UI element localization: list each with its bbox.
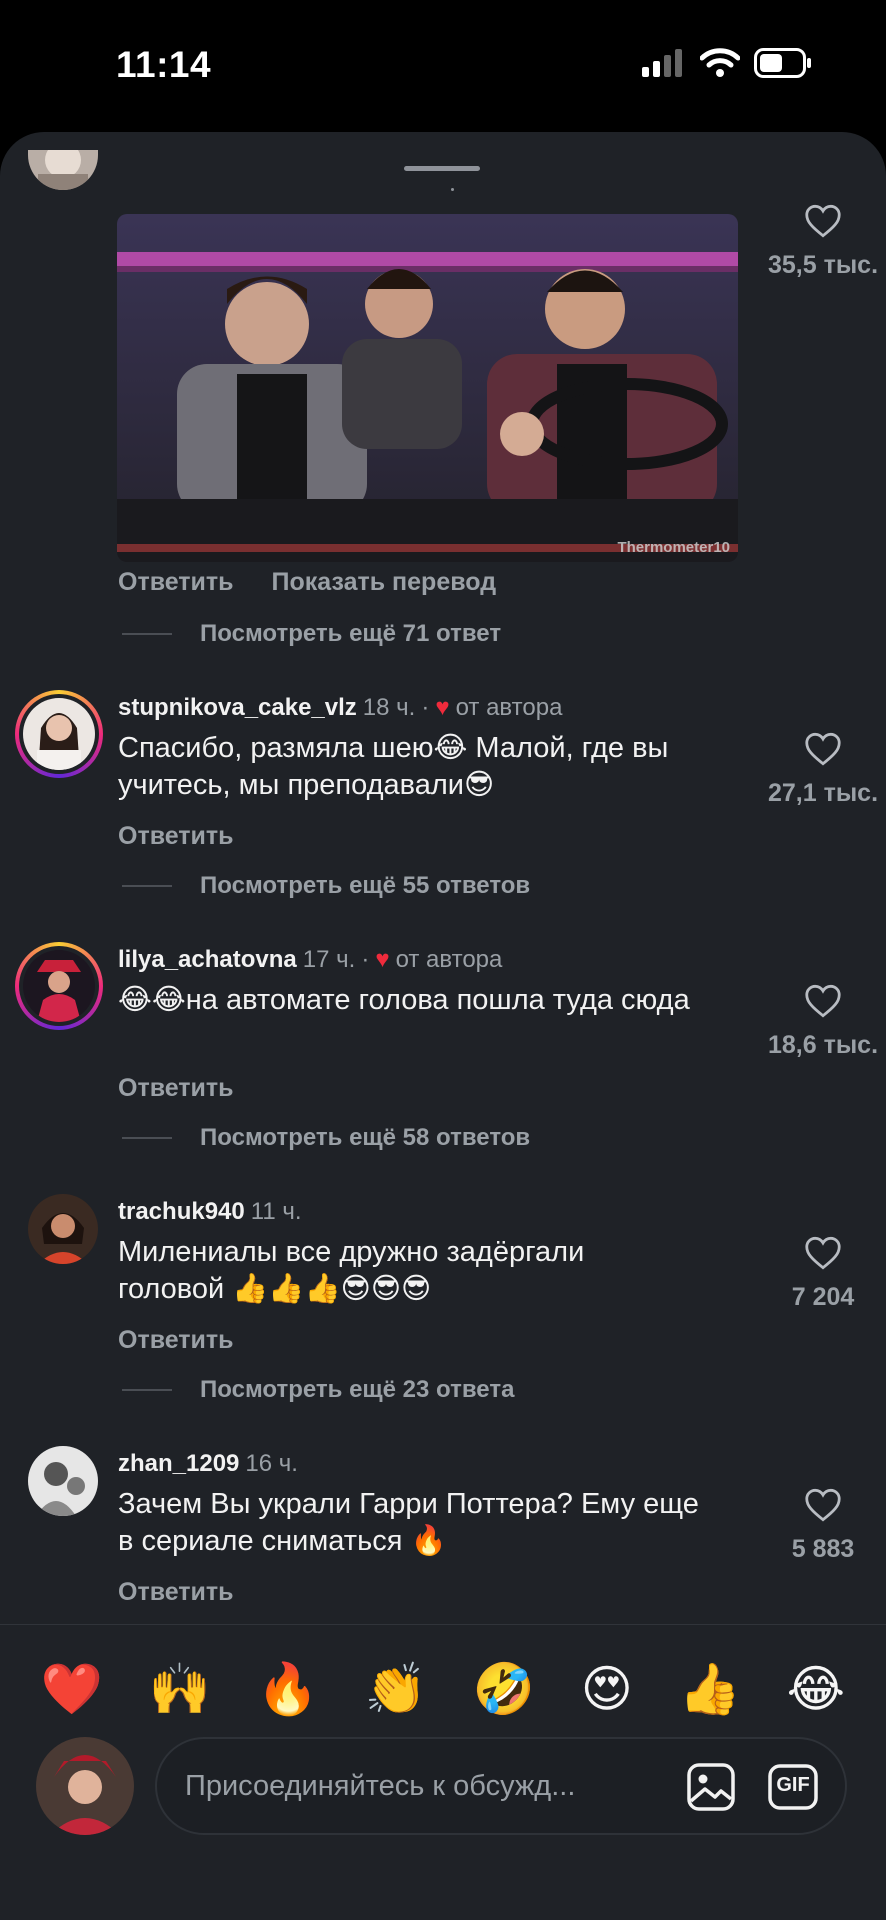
- comment-time: 16 ч.: [245, 1450, 298, 1477]
- author-badge: от автора: [395, 946, 503, 973]
- avatar: [23, 950, 95, 1022]
- wifi-icon: [700, 48, 740, 77]
- like-count: 27,1 тыс.: [767, 779, 879, 807]
- view-more-label: Посмотреть ещё 23 ответа: [200, 1376, 515, 1403]
- view-more-label: Посмотреть ещё 58 ответов: [200, 1124, 531, 1151]
- comment-time: 11 ч.: [250, 1198, 302, 1225]
- reply-line: [122, 1389, 172, 1391]
- comment-text: Спасибо, размяла шею😂 Малой, где вы учит…: [118, 732, 669, 801]
- image-button[interactable]: [683, 1759, 739, 1815]
- comment-actions: Ответить Показать перевод: [118, 568, 496, 597]
- like-button[interactable]: 27,1 тыс.: [760, 732, 886, 808]
- view-more-replies[interactable]: Посмотреть ещё 55 ответов: [122, 872, 530, 900]
- avatar: [23, 698, 95, 770]
- comment-time: 18 ч.: [362, 694, 416, 721]
- reaction-joy[interactable]: 😂: [787, 1659, 845, 1719]
- username[interactable]: zhan_1209: [118, 1450, 239, 1478]
- reply-button[interactable]: Ответить: [118, 1074, 234, 1103]
- comment-actions: Ответить: [118, 822, 234, 851]
- reaction-clap[interactable]: 👏: [365, 1659, 427, 1719]
- author-heart-icon: ♥: [435, 694, 450, 721]
- like-button[interactable]: 5 883: [760, 1488, 886, 1564]
- reply-button[interactable]: Ответить: [118, 822, 234, 851]
- heart-outline-icon: [805, 204, 841, 238]
- reaction-fire[interactable]: 🔥: [257, 1659, 319, 1719]
- reaction-raised-hands[interactable]: 🙌: [149, 1659, 211, 1719]
- reply-button[interactable]: Ответить: [118, 1326, 234, 1355]
- reply-line: [122, 1137, 172, 1139]
- comments-sheet: Thermometer10 35,5 тыс. Ответить Показат…: [0, 132, 886, 1920]
- gif-image: [117, 214, 738, 562]
- signal-icon: [642, 49, 682, 77]
- comment-input[interactable]: Присоединяйтесь к обсужд...: [185, 1770, 575, 1803]
- author-badge: от автора: [455, 694, 563, 721]
- username[interactable]: stupnikova_cake_vlz: [118, 694, 357, 722]
- avatar[interactable]: [28, 1194, 98, 1264]
- like-count: 5 883: [791, 1535, 855, 1563]
- heart-outline-icon: [805, 1236, 841, 1270]
- reply-line: [122, 885, 172, 887]
- sheet-grabber-dot: [451, 188, 454, 191]
- comment-gif[interactable]: Thermometer10: [117, 214, 738, 562]
- view-more-label: Посмотреть ещё 55 ответов: [200, 872, 531, 899]
- sheet-grabber[interactable]: [404, 166, 480, 171]
- like-count: 18,6 тыс.: [767, 1031, 879, 1059]
- like-button[interactable]: 7 204: [760, 1236, 886, 1312]
- reaction-heart-eyes[interactable]: 😍: [581, 1659, 633, 1719]
- reply-line: [122, 633, 172, 635]
- battery-icon: [754, 48, 811, 78]
- avatar[interactable]: [28, 1446, 98, 1516]
- heart-outline-icon: [805, 984, 841, 1018]
- comment-meta: lilya_achatovna 17 ч. · ♥ от автора: [118, 946, 503, 974]
- avatar-story-ring[interactable]: [15, 942, 103, 1030]
- status-bar: 11:14: [0, 0, 886, 130]
- comment-text: 😂😂на автомате голова пошла туда сюда: [118, 984, 690, 1016]
- view-more-replies[interactable]: Посмотреть ещё 23 ответа: [122, 1376, 514, 1404]
- like-button[interactable]: 35,5 тыс.: [760, 204, 886, 280]
- gif-watermark: Thermometer10: [617, 539, 730, 556]
- comment-actions: Ответить: [118, 1578, 234, 1607]
- like-count: 35,5 тыс.: [767, 251, 879, 279]
- avatar[interactable]: [28, 150, 98, 190]
- avatar-story-ring[interactable]: [15, 690, 103, 778]
- status-time: 11:14: [116, 44, 212, 85]
- author-heart-icon: ♥: [375, 946, 390, 973]
- reaction-rofl[interactable]: 🤣: [473, 1659, 535, 1719]
- comment-actions: Ответить: [118, 1074, 234, 1103]
- comment-time: 17 ч.: [302, 946, 356, 973]
- view-more-label: Посмотреть ещё 71 ответ: [200, 620, 502, 647]
- comment-text: Милениалы все дружно задёргали головой 👍…: [118, 1236, 585, 1305]
- username[interactable]: lilya_achatovna: [118, 946, 297, 974]
- reply-button[interactable]: Ответить: [118, 1578, 234, 1607]
- reaction-heart[interactable]: ❤️: [41, 1659, 103, 1719]
- translate-button[interactable]: Показать перевод: [272, 568, 497, 597]
- gif-label: GIF: [776, 1774, 810, 1796]
- reply-button[interactable]: Ответить: [118, 568, 234, 597]
- user-avatar: [36, 1737, 134, 1835]
- like-button[interactable]: 18,6 тыс.: [760, 984, 886, 1060]
- view-more-replies[interactable]: Посмотреть ещё 71 ответ: [122, 620, 501, 648]
- comment-meta: trachuk940 11 ч.: [118, 1198, 302, 1226]
- comment-text: Зачем Вы украли Гарри Поттера? Ему еще в…: [118, 1488, 699, 1557]
- comment-meta: stupnikova_cake_vlz 18 ч. · ♥ от автора: [118, 694, 563, 722]
- quick-reactions-bar: ❤️ 🙌 🔥 👏 🤣 😍 👍 😂: [0, 1644, 886, 1734]
- divider: [0, 1624, 886, 1625]
- heart-outline-icon: [805, 1488, 841, 1522]
- image-icon: [687, 1763, 735, 1811]
- comment-composer[interactable]: Присоединяйтесь к обсужд... GIF: [155, 1737, 847, 1835]
- like-count: 7 204: [791, 1283, 855, 1311]
- reaction-thumbs-up[interactable]: 👍: [679, 1659, 741, 1719]
- heart-outline-icon: [805, 732, 841, 766]
- status-icons: [642, 48, 812, 78]
- comment-meta: zhan_1209 16 ч.: [118, 1450, 298, 1478]
- view-more-replies[interactable]: Посмотреть ещё 58 ответов: [122, 1124, 530, 1152]
- gif-button[interactable]: GIF: [765, 1759, 821, 1815]
- username[interactable]: trachuk940: [118, 1198, 245, 1226]
- comment-actions: Ответить: [118, 1326, 234, 1355]
